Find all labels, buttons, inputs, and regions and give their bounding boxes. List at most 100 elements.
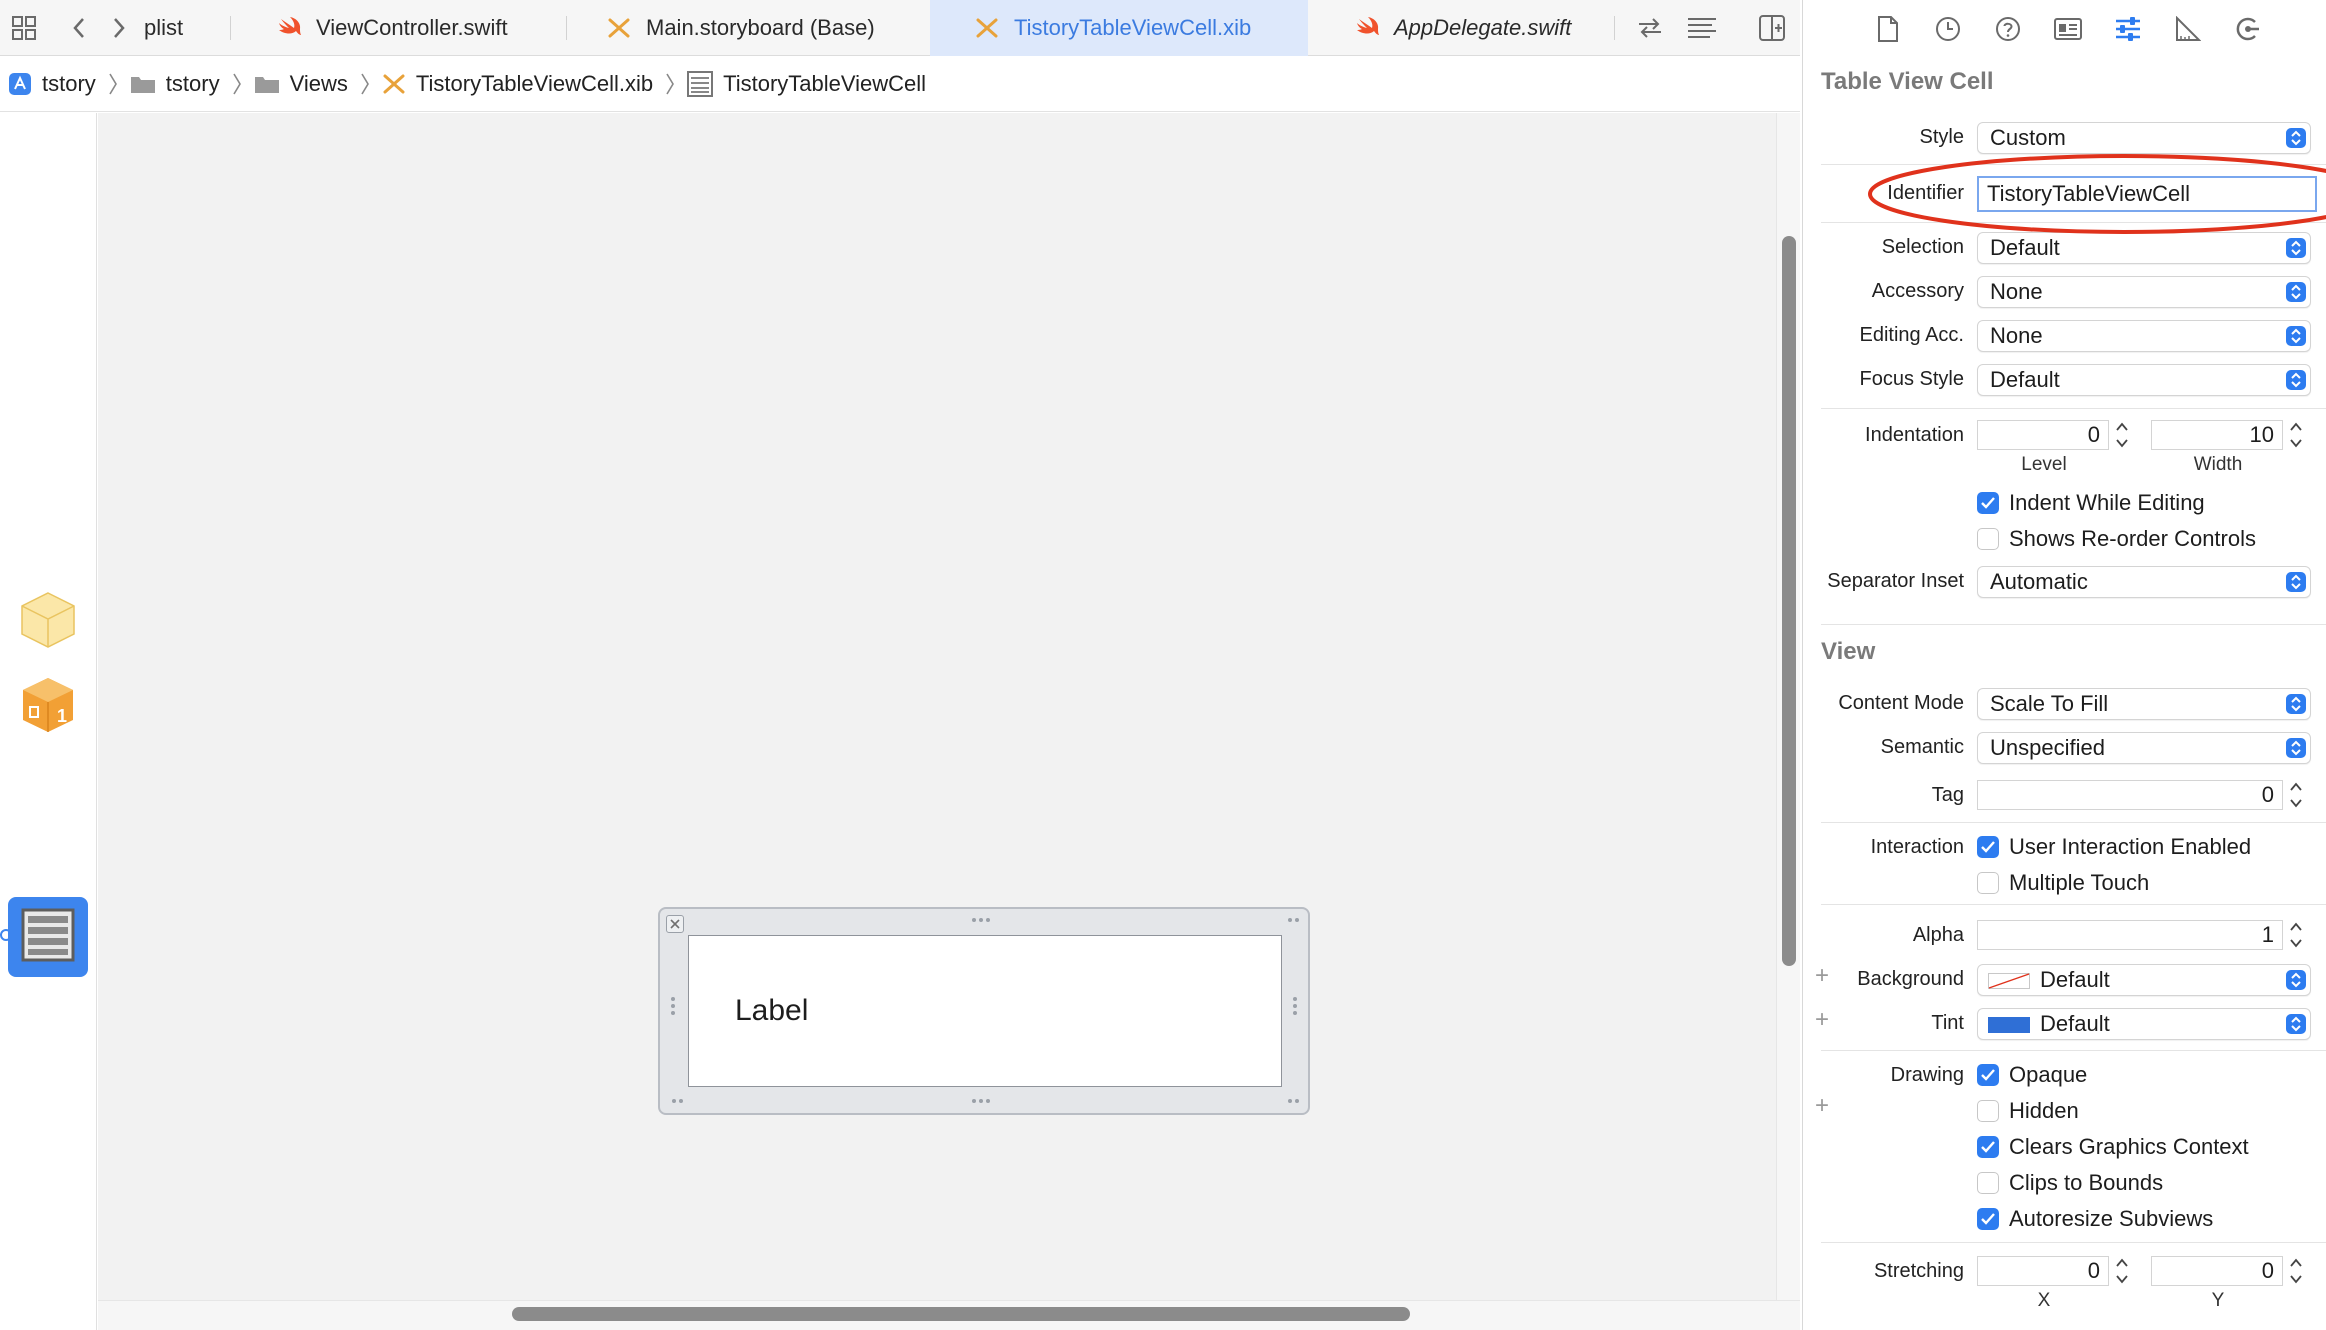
clears-graphics-checkbox[interactable]: Clears Graphics Context (1977, 1134, 2249, 1160)
shows-reorder-checkbox[interactable]: Shows Re-order Controls (1977, 526, 2256, 552)
chevron-right-icon (108, 72, 118, 96)
folder-icon (130, 74, 156, 94)
quick-help-icon[interactable] (1993, 14, 2023, 44)
resize-handle-right[interactable] (1293, 997, 1297, 1015)
alpha-stepper[interactable] (2287, 918, 2305, 952)
lines-list-icon[interactable] (1686, 12, 1718, 44)
separator-inset-popup[interactable]: Automatic (1977, 566, 2311, 598)
checkbox-empty (1977, 1172, 1999, 1194)
placeholder-cube-icon[interactable] (18, 589, 78, 649)
accessory-popup[interactable]: None (1977, 276, 2311, 308)
table-view-cell[interactable]: Label (658, 907, 1310, 1115)
first-responder-cube-icon[interactable]: 1 (18, 675, 78, 735)
semantic-label: Semantic (1880, 736, 1964, 758)
breadcrumb-xib-file[interactable]: TistoryTableViewCell.xib (382, 71, 653, 97)
horizontal-scroll-thumb[interactable] (512, 1307, 1410, 1321)
close-icon[interactable] (666, 915, 684, 933)
tab-label: AppDelegate.swift (1394, 15, 1572, 40)
chevron-right-icon (665, 72, 675, 96)
breadcrumb-project[interactable]: tstory (8, 71, 96, 97)
stretch-x-stepper[interactable] (2113, 1254, 2131, 1288)
user-interaction-checkbox[interactable]: User Interaction Enabled (1977, 834, 2251, 860)
add-variation-icon[interactable]: + (1815, 962, 1829, 990)
focus-style-popup[interactable]: Default (1977, 364, 2311, 396)
attributes-inspector-icon[interactable] (2113, 14, 2143, 44)
connections-inspector-icon[interactable] (2233, 14, 2263, 44)
resize-handle-bottom-left[interactable] (672, 1099, 683, 1103)
history-inspector-icon[interactable] (1933, 14, 1963, 44)
add-variation-icon[interactable]: + (1815, 1092, 1829, 1120)
checkbox-label: Autoresize Subviews (2009, 1206, 2214, 1231)
tab-main-storyboard[interactable]: Main.storyboard (Base) (606, 0, 936, 56)
level-caption: Level (2021, 454, 2067, 475)
indent-width-stepper[interactable] (2287, 418, 2305, 452)
forward-chevron-icon[interactable] (102, 12, 134, 44)
checkmark-icon (1977, 1136, 1999, 1158)
tab-viewcontroller[interactable]: ViewController.swift (276, 0, 566, 56)
tab-label: plist (144, 15, 184, 40)
popup-arrows-icon (2286, 1014, 2306, 1034)
tag-stepper[interactable] (2287, 778, 2305, 812)
cell-label[interactable]: Label (735, 994, 808, 1028)
section-title-view: View (1821, 638, 1876, 665)
style-popup[interactable]: Custom (1977, 122, 2311, 154)
add-editor-icon[interactable] (1756, 12, 1788, 44)
stretch-y-stepper[interactable] (2287, 1254, 2305, 1288)
breadcrumb-folder-tstory[interactable]: tstory (130, 71, 220, 97)
breadcrumb-cell[interactable]: TistoryTableViewCell (687, 70, 926, 97)
size-inspector-icon[interactable] (2173, 14, 2203, 44)
semantic-value: Unspecified (1990, 735, 2105, 760)
identity-inspector-icon[interactable] (2053, 14, 2083, 44)
tint-popup[interactable]: Default (1977, 1008, 2311, 1040)
style-label: Style (1919, 126, 1964, 148)
multiple-touch-checkbox[interactable]: Multiple Touch (1977, 870, 2149, 896)
indent-level-stepper[interactable] (2113, 418, 2131, 452)
tab-appdelegate[interactable]: AppDelegate.swift (1354, 0, 1614, 56)
grid-icon[interactable] (8, 12, 40, 44)
outline-table-cell-item[interactable] (8, 897, 88, 977)
popup-arrows-icon (2286, 326, 2306, 346)
content-mode-value: Scale To Fill (1990, 691, 2109, 716)
editing-acc-popup[interactable]: None (1977, 320, 2311, 352)
resize-handle-top-right[interactable] (1288, 918, 1299, 922)
resize-handle-bottom[interactable] (972, 1099, 990, 1103)
stretch-x-field[interactable]: 0 (1977, 1256, 2109, 1286)
checkbox-empty (1977, 528, 1999, 550)
cell-content-view[interactable]: Label (688, 935, 1282, 1087)
swap-arrows-icon[interactable] (1634, 12, 1666, 44)
vertical-scroll-thumb[interactable] (1782, 236, 1796, 966)
resize-handle-bottom-right[interactable] (1288, 1099, 1299, 1103)
section-title-table-view-cell: Table View Cell (1821, 68, 1994, 95)
indent-while-editing-checkbox[interactable]: Indent While Editing (1977, 490, 2205, 516)
table-cell-icon (687, 70, 714, 97)
resize-handle-top[interactable] (972, 918, 990, 922)
background-popup[interactable]: Default (1977, 964, 2311, 996)
identifier-field[interactable]: TistoryTableViewCell (1977, 176, 2317, 212)
content-mode-popup[interactable]: Scale To Fill (1977, 688, 2311, 720)
hidden-checkbox[interactable]: Hidden (1977, 1098, 2079, 1124)
clips-bounds-checkbox[interactable]: Clips to Bounds (1977, 1170, 2163, 1196)
accessory-value: None (1990, 279, 2043, 304)
focus-style-value: Default (1990, 367, 2060, 392)
tab-tistory-xib[interactable]: TistoryTableViewCell.xib (930, 0, 1308, 56)
alpha-field[interactable]: 1 (1977, 920, 2283, 950)
tag-field[interactable]: 0 (1977, 780, 2283, 810)
tab-plist[interactable]: plist (142, 0, 230, 56)
breadcrumb-folder-views[interactable]: Views (254, 71, 348, 97)
add-variation-icon[interactable]: + (1815, 1006, 1829, 1034)
indent-width-field[interactable]: 10 (2151, 420, 2283, 450)
interface-builder-canvas[interactable]: Label (98, 113, 1776, 1300)
opaque-checkbox[interactable]: Opaque (1977, 1062, 2087, 1088)
file-inspector-icon[interactable] (1873, 14, 1903, 44)
resize-handle-left[interactable] (671, 997, 675, 1015)
back-chevron-icon[interactable] (64, 12, 96, 44)
x-caption: X (2037, 1290, 2051, 1311)
semantic-popup[interactable]: Unspecified (1977, 732, 2311, 764)
selection-popup[interactable]: Default (1977, 232, 2311, 264)
app-project-icon (8, 72, 32, 96)
popup-arrows-icon (2286, 238, 2306, 258)
autoresize-checkbox[interactable]: Autoresize Subviews (1977, 1206, 2213, 1232)
stretch-y-field[interactable]: 0 (2151, 1256, 2283, 1286)
no-color-swatch-icon (1988, 973, 2030, 989)
indent-level-field[interactable]: 0 (1977, 420, 2109, 450)
